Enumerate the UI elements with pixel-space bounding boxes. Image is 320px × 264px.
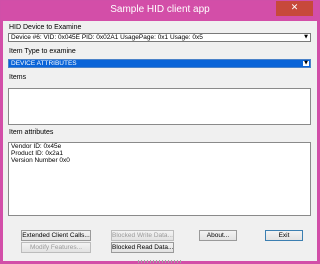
hid-device-dropdown[interactable]: Device #6: VID: 0x045E PID: 0x02A1 Usage…: [8, 33, 311, 42]
hid-device-label: HID Device to Examine: [9, 24, 82, 31]
close-button[interactable]: ✕: [276, 1, 313, 16]
chevron-down-icon[interactable]: ▼: [303, 35, 309, 40]
blocked-read-data-button[interactable]: Blocked Read Data...: [111, 242, 174, 253]
item-attributes-label: Item attributes: [9, 129, 54, 136]
main-window: Sample HID client app ✕ HID Device to Ex…: [0, 0, 320, 264]
item-type-label: Item Type to examine: [9, 48, 76, 55]
extended-client-calls-button[interactable]: Extended Client Calls...: [21, 230, 91, 241]
items-list[interactable]: [8, 88, 311, 125]
attribute-line: Vendor ID: 0x45e: [11, 143, 62, 150]
close-icon: ✕: [290, 3, 299, 13]
attribute-line: Version Number 0x0: [11, 157, 70, 164]
window-title: Sample HID client app: [110, 4, 210, 15]
title-bar[interactable]: Sample HID client app ✕: [1, 1, 319, 21]
item-type-dropdown[interactable]: DEVICE ATTRIBUTES ▼: [8, 59, 311, 68]
blocked-write-data-button[interactable]: Blocked Write Data...: [111, 230, 174, 241]
resize-grip[interactable]: [138, 260, 182, 263]
about-button[interactable]: About...: [199, 230, 237, 241]
modify-features-button[interactable]: Modify Features...: [21, 242, 91, 253]
item-type-selected: DEVICE ATTRIBUTES: [11, 60, 77, 67]
items-label: Items: [9, 74, 27, 81]
hid-device-selected: Device #6: VID: 0x045E PID: 0x02A1 Usage…: [11, 34, 203, 41]
client-area: HID Device to Examine Device #6: VID: 0x…: [3, 21, 317, 261]
exit-button[interactable]: Exit: [265, 230, 303, 241]
item-attributes-box[interactable]: Vendor ID: 0x45e Product ID: 0x2a1 Versi…: [8, 142, 311, 216]
attribute-line: Product ID: 0x2a1: [11, 150, 64, 157]
chevron-down-icon[interactable]: ▼: [303, 61, 309, 66]
